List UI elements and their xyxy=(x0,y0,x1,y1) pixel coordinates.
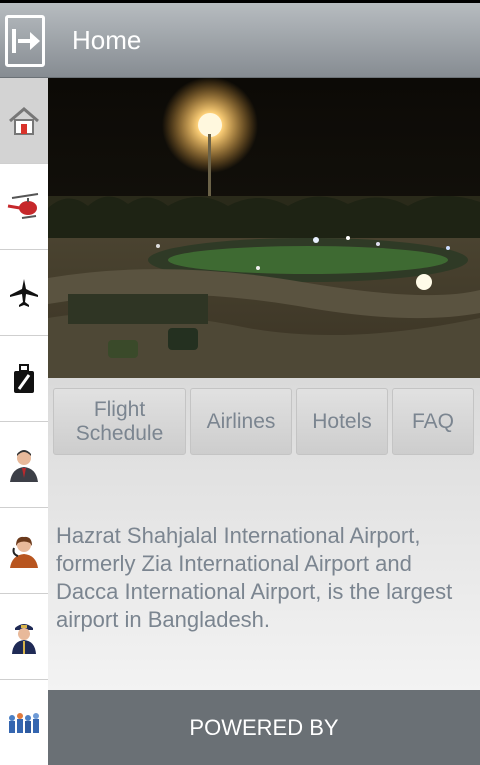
sidebar-item-home[interactable] xyxy=(0,78,48,164)
page-title: Home xyxy=(72,25,142,55)
helicopter-icon xyxy=(7,192,39,219)
airplane-icon xyxy=(10,278,38,307)
sidebar-item-receptionist[interactable] xyxy=(0,508,48,594)
airport-hero-image xyxy=(48,78,480,378)
sidebar-item-businessman[interactable] xyxy=(0,422,48,508)
sidebar xyxy=(0,78,48,765)
sidebar-item-flights[interactable] xyxy=(0,250,48,336)
pilot-icon xyxy=(12,623,36,654)
airlines-button[interactable]: Airlines xyxy=(190,388,292,455)
airport-description: Hazrat Shahjalal International Airport, … xyxy=(56,523,453,632)
hotels-button[interactable]: Hotels xyxy=(296,388,388,455)
faq-button[interactable]: FAQ xyxy=(392,388,474,455)
receptionist-icon xyxy=(10,536,38,568)
luggage-icon xyxy=(14,363,34,393)
powered-by-footer: POWERED BY xyxy=(48,690,480,765)
businessman-icon xyxy=(10,449,38,482)
home-content: Flight Schedule Airlines Hotels FAQ Hazr… xyxy=(48,378,480,690)
app-header: Home xyxy=(0,3,480,78)
sidebar-item-crowd[interactable] xyxy=(0,680,48,765)
sidebar-item-luggage[interactable] xyxy=(0,336,48,422)
crowd-icon xyxy=(9,712,39,733)
sidebar-item-helicopter[interactable] xyxy=(0,164,48,250)
flight-schedule-button[interactable]: Flight Schedule xyxy=(53,388,186,455)
sidebar-item-pilot[interactable] xyxy=(0,594,48,680)
exit-button[interactable] xyxy=(5,15,45,67)
home-icon xyxy=(9,106,39,135)
exit-arrow-icon xyxy=(12,29,40,53)
